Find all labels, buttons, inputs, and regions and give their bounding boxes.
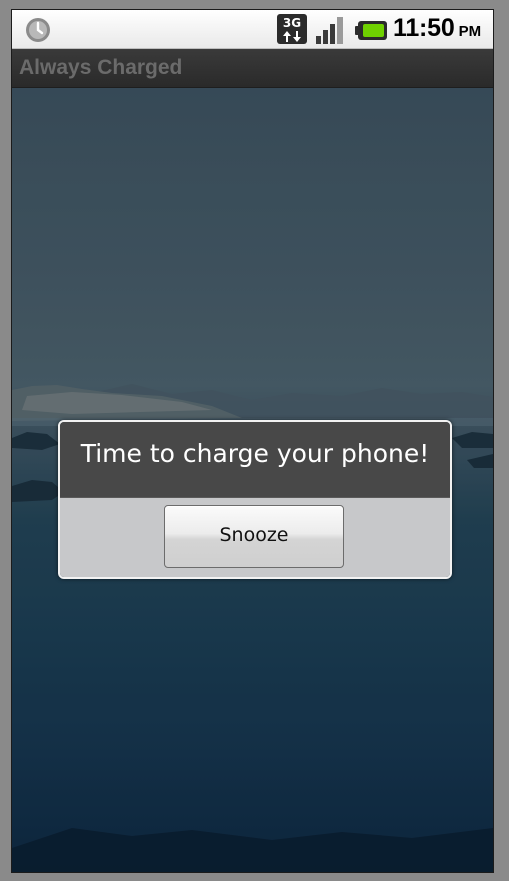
dialog-button-area: Snooze <box>60 498 450 577</box>
snooze-button[interactable]: Snooze <box>164 505 344 568</box>
app-title-bar: Always Charged <box>12 49 493 89</box>
network-label: 3G <box>283 16 301 30</box>
status-clock: 11:50 PM <box>393 14 481 44</box>
clock-time: 11:50 <box>393 14 455 42</box>
dialog-body: Time to charge your phone! <box>60 422 450 498</box>
app-title: Always Charged <box>19 56 183 79</box>
battery-icon <box>355 21 387 40</box>
clock-ampm: PM <box>458 23 482 40</box>
dialog-message: Time to charge your phone! <box>80 439 430 468</box>
snooze-button-label: Snooze <box>219 524 289 546</box>
signal-icon <box>316 17 343 44</box>
network-3g-icon: 3G <box>277 14 307 44</box>
device-frame: 3G 11:50 PM Always Charged Time to charg… <box>0 0 509 881</box>
status-bar: 3G 11:50 PM <box>12 10 493 49</box>
phone-screen: 3G 11:50 PM Always Charged Time to charg… <box>12 10 493 872</box>
alarm-icon <box>26 18 50 42</box>
alert-dialog: Time to charge your phone! Snooze <box>58 420 452 579</box>
